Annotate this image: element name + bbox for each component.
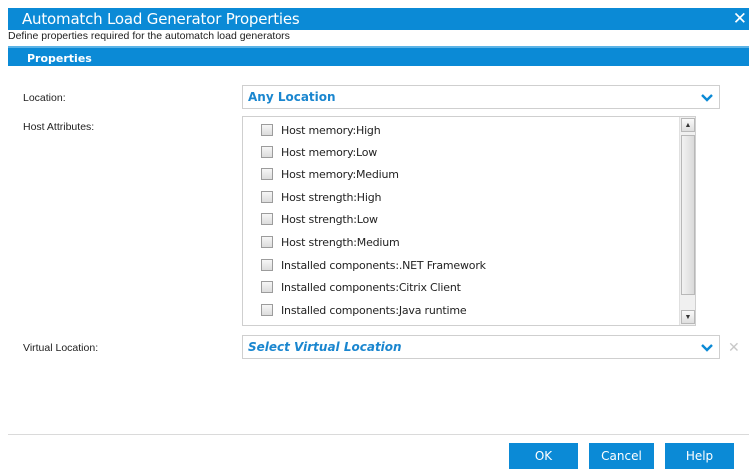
scrollbar-thumb[interactable] <box>681 135 695 295</box>
ok-button[interactable]: OK <box>509 443 578 469</box>
host-attribute-label: Host strength:Medium <box>281 235 400 249</box>
host-attribute-checkbox[interactable] <box>261 304 273 316</box>
list-item[interactable]: Host memory:High <box>261 121 381 139</box>
location-value: Any Location <box>248 90 336 104</box>
host-attribute-checkbox[interactable] <box>261 236 273 248</box>
virtual-location-label: Virtual Location: <box>23 342 99 354</box>
list-item[interactable]: Host strength:Low <box>261 210 378 228</box>
host-attribute-label: Installed components:Citrix Client <box>281 280 461 294</box>
list-item[interactable]: Host strength:Medium <box>261 233 400 251</box>
clear-virtual-location-icon[interactable]: ✕ <box>728 339 740 356</box>
location-dropdown[interactable]: Any Location <box>242 85 720 109</box>
host-attribute-checkbox[interactable] <box>261 281 273 293</box>
scroll-up-icon[interactable]: ▲ <box>681 118 695 132</box>
chevron-down-icon[interactable] <box>701 344 713 352</box>
properties-section-header: Properties <box>8 46 749 66</box>
cancel-button[interactable]: Cancel <box>589 443 654 469</box>
host-attribute-label: Host strength:Low <box>281 212 378 226</box>
host-attribute-checkbox[interactable] <box>261 259 273 271</box>
help-button[interactable]: Help <box>665 443 734 469</box>
location-label: Location: <box>23 92 66 104</box>
host-attribute-checkbox[interactable] <box>261 124 273 136</box>
list-scrollbar[interactable]: ▲ ▼ <box>679 117 695 325</box>
host-attributes-label: Host Attributes: <box>23 121 95 133</box>
dialog-subtitle: Define properties required for the autom… <box>8 30 290 42</box>
host-attribute-checkbox[interactable] <box>261 146 273 158</box>
scroll-down-icon[interactable]: ▼ <box>681 310 695 324</box>
host-attribute-label: Installed components:.NET Framework <box>281 258 486 272</box>
list-item[interactable]: Installed components:Java runtime <box>261 301 467 319</box>
host-attribute-label: Host strength:High <box>281 190 382 204</box>
host-attribute-checkbox[interactable] <box>261 168 273 180</box>
list-item[interactable]: Installed components:Citrix Client <box>261 278 461 296</box>
dialog-title: Automatch Load Generator Properties <box>22 10 300 28</box>
dialog-title-bar: Automatch Load Generator Properties ✕ <box>8 8 749 30</box>
list-item[interactable]: Installed components:.NET Framework <box>261 256 486 274</box>
host-attribute-checkbox[interactable] <box>261 213 273 225</box>
virtual-location-placeholder: Select Virtual Location <box>248 340 402 354</box>
host-attributes-list[interactable]: Host memory:High Host memory:Low Host me… <box>242 116 696 326</box>
host-attribute-label: Host memory:Medium <box>281 167 399 181</box>
list-item[interactable]: Host memory:Medium <box>261 165 399 183</box>
list-item[interactable]: Host strength:High <box>261 188 381 206</box>
host-attribute-checkbox[interactable] <box>261 191 273 203</box>
list-item[interactable]: Host memory:Low <box>261 143 377 161</box>
virtual-location-dropdown[interactable]: Select Virtual Location <box>242 335 720 359</box>
host-attribute-label: Host memory:Low <box>281 145 378 159</box>
chevron-down-icon[interactable] <box>701 94 713 102</box>
footer-divider <box>8 434 749 435</box>
host-attribute-label: Installed components:Java runtime <box>281 303 467 317</box>
close-icon[interactable]: ✕ <box>733 8 747 30</box>
host-attribute-label: Host memory:High <box>281 123 381 137</box>
